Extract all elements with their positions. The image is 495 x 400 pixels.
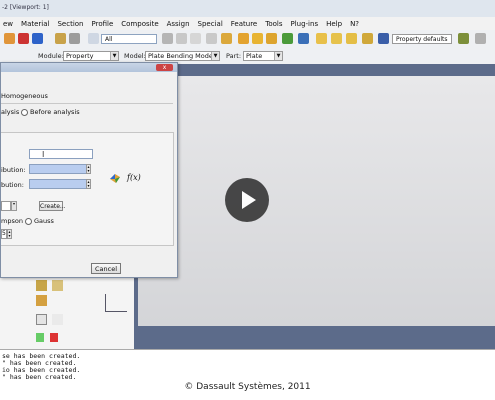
- message-line: " has been created.: [2, 373, 77, 381]
- chevron-down-icon: ▼: [110, 52, 118, 60]
- box-select-icon[interactable]: [162, 33, 173, 44]
- cube-front-icon[interactable]: [316, 33, 327, 44]
- title-bar: -2 [Viewport: 1]: [0, 0, 495, 18]
- query-icon[interactable]: [4, 33, 15, 44]
- csys-icon[interactable]: [36, 314, 47, 325]
- radio-gauss[interactable]: Gauss: [25, 217, 54, 225]
- model-select[interactable]: Plate Bending Model ▼: [145, 51, 220, 61]
- radio-circle-icon: [25, 217, 32, 225]
- copyright-text: © Dassault Systèmes, 2011: [184, 382, 311, 392]
- menu-composite[interactable]: Composite: [121, 20, 158, 28]
- close-icon[interactable]: x: [156, 64, 173, 71]
- function-label: f(x): [127, 173, 141, 182]
- menu-view[interactable]: ew: [3, 20, 13, 28]
- function-palette-icon[interactable]: [109, 172, 121, 184]
- menu-material[interactable]: Material: [21, 20, 49, 28]
- message-area: se has been created. " has been created.…: [0, 349, 495, 384]
- stack-icon[interactable]: [69, 33, 80, 44]
- display-group-icon[interactable]: [221, 33, 232, 44]
- section-assign-icon[interactable]: [36, 280, 47, 291]
- text-cursor-icon: I: [42, 150, 45, 159]
- divider: [1, 103, 173, 104]
- menu-special[interactable]: Special: [198, 20, 223, 28]
- check-icon[interactable]: [36, 333, 44, 342]
- rotate-icon[interactable]: [206, 33, 217, 44]
- distribution-select-2[interactable]: [29, 179, 87, 189]
- pick-icon[interactable]: [190, 33, 201, 44]
- distribution-spin-1[interactable]: ▴ ▾: [86, 164, 91, 174]
- axis-triad-x: [105, 311, 127, 312]
- material-select[interactable]: [1, 201, 11, 211]
- menu-whats-this[interactable]: N?: [350, 20, 359, 28]
- shade-icon[interactable]: [252, 33, 263, 44]
- light-icon[interactable]: [266, 33, 277, 44]
- menu-profile[interactable]: Profile: [92, 20, 114, 28]
- options-icon[interactable]: [475, 33, 486, 44]
- orientation-icon[interactable]: [36, 295, 47, 306]
- radio-circle-icon: [21, 108, 28, 116]
- integration-points-spin[interactable]: ▴ ▾: [7, 229, 12, 239]
- circle-select-icon[interactable]: [176, 33, 187, 44]
- sphere-icon[interactable]: [238, 33, 249, 44]
- play-icon: [242, 191, 256, 209]
- menu-plugins[interactable]: Plug-ins: [290, 20, 318, 28]
- column-icon[interactable]: [55, 33, 66, 44]
- thickness-input[interactable]: I: [29, 149, 93, 159]
- viewport-canvas[interactable]: [138, 76, 495, 326]
- module-select[interactable]: Property ▼: [63, 51, 119, 61]
- updown-arrows-icon[interactable]: [32, 33, 43, 44]
- radio-simpson-label: mpson: [1, 217, 23, 225]
- axes-icon[interactable]: [52, 314, 63, 325]
- cube-side-icon[interactable]: [346, 33, 357, 44]
- section-type-value: Homogeneous: [1, 92, 48, 100]
- chevron-down-icon: ▼: [211, 52, 219, 60]
- chevron-down-icon: ▼: [274, 52, 282, 60]
- color-code-icon[interactable]: [378, 33, 389, 44]
- grid-icon[interactable]: [298, 33, 309, 44]
- palette-icon[interactable]: [458, 33, 469, 44]
- toolbar: All Property defaults: [0, 30, 495, 49]
- create-button[interactable]: Create...: [39, 201, 66, 211]
- integration-points-value: 5: [2, 230, 6, 237]
- radio-before-label: Before analysis: [30, 108, 80, 116]
- menu-section[interactable]: Section: [57, 20, 83, 28]
- model-value: Plate Bending Model: [148, 52, 215, 60]
- model-label: Model:: [124, 52, 146, 60]
- tree-icon[interactable]: [282, 33, 293, 44]
- cube-top-icon[interactable]: [362, 33, 373, 44]
- part-label: Part:: [226, 52, 242, 60]
- select-arrow-icon[interactable]: [88, 33, 99, 44]
- radio-simpson[interactable]: mpson: [1, 217, 23, 225]
- section-manager-icon[interactable]: [52, 280, 63, 291]
- module-label: Module:: [38, 52, 64, 60]
- video-play-button[interactable]: [225, 178, 269, 222]
- distribution-label-1: ibution:: [1, 166, 26, 174]
- cube-iso-icon[interactable]: [331, 33, 342, 44]
- menu-help[interactable]: Help: [326, 20, 342, 28]
- radio-before-analysis[interactable]: Before analysis: [21, 108, 80, 116]
- axis-triad-y: [105, 294, 106, 312]
- menu-assign[interactable]: Assign: [167, 20, 190, 28]
- distribution-spin-2[interactable]: ▴ ▾: [86, 179, 91, 189]
- menu-feature[interactable]: Feature: [231, 20, 257, 28]
- delete-icon[interactable]: [50, 333, 58, 342]
- material-dropdown-arrow[interactable]: ▾: [11, 201, 17, 211]
- part-value: Plate: [246, 52, 263, 60]
- radio-during-analysis[interactable]: alysis: [1, 108, 19, 116]
- cancel-button[interactable]: Cancel: [91, 263, 121, 274]
- property-defaults-select[interactable]: Property defaults: [392, 34, 452, 44]
- window-title: -2 [Viewport: 1]: [2, 4, 49, 11]
- distribution-select-1[interactable]: [29, 164, 87, 174]
- cross-arrows-icon[interactable]: [18, 33, 29, 44]
- distribution-label-2: bution:: [1, 181, 24, 189]
- part-select[interactable]: Plate ▼: [243, 51, 283, 61]
- radio-gauss-label: Gauss: [34, 217, 54, 225]
- edit-section-dialog: x Homogeneous alysis Before analysis I i…: [0, 62, 178, 278]
- module-value: Property: [66, 52, 94, 60]
- dialog-title-bar: x: [1, 63, 177, 72]
- menu-bar: ew Material Section Profile Composite As…: [0, 17, 495, 30]
- selection-filter-select[interactable]: All: [101, 34, 157, 44]
- menu-tools[interactable]: Tools: [265, 20, 282, 28]
- radio-during-label: alysis: [1, 108, 20, 116]
